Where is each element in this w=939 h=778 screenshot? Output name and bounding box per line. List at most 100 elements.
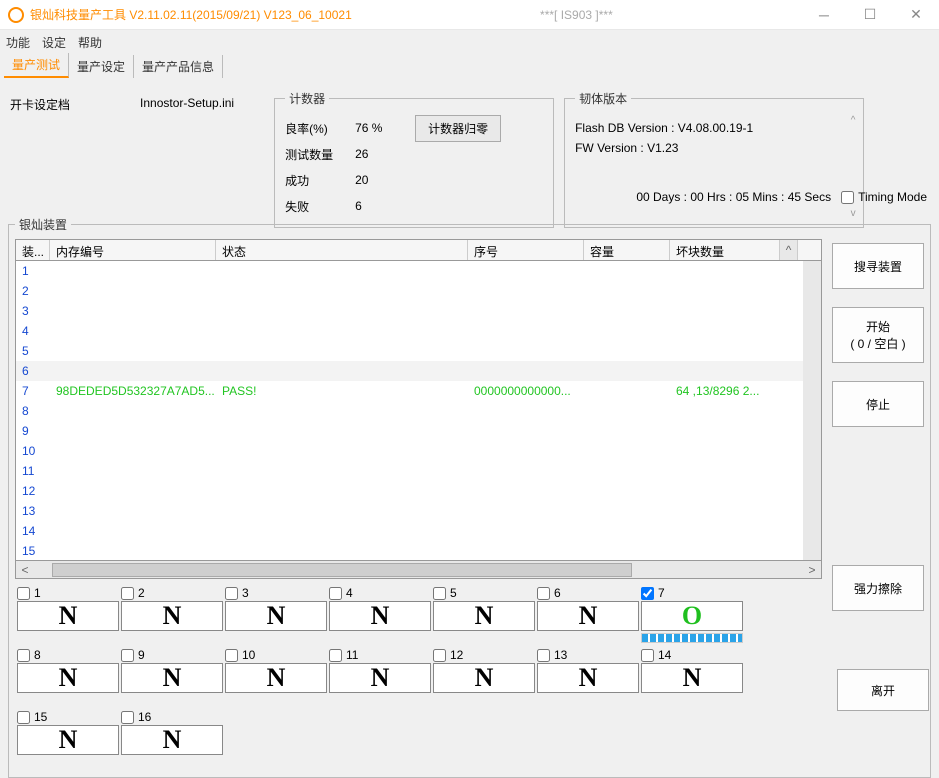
menu-settings[interactable]: 设定 [42, 34, 66, 51]
timing-mode-input[interactable] [841, 191, 854, 204]
menu-help[interactable]: 帮助 [78, 34, 102, 51]
table-header: 装... 内存编号 状态 序号 容量 坏块数量 ^ [15, 239, 822, 261]
slot-checkbox[interactable] [433, 649, 446, 662]
table-row[interactable]: 1 [16, 261, 821, 281]
slot-checkbox[interactable] [121, 587, 134, 600]
scroll-left-icon[interactable]: < [16, 563, 34, 577]
col-state[interactable]: 状态 [216, 240, 468, 260]
table-row[interactable]: 6 [16, 361, 821, 381]
slot-checkbox[interactable] [225, 587, 238, 600]
search-devices-button[interactable]: 搜寻装置 [832, 243, 924, 289]
slot-number: 10 [242, 648, 255, 662]
slot-number: 4 [346, 586, 353, 600]
row-number: 1 [16, 264, 50, 278]
table-row[interactable]: 10 [16, 441, 821, 461]
horizontal-scrollbar[interactable]: < > [15, 561, 822, 579]
row-number: 9 [16, 424, 50, 438]
table-row[interactable]: 4 [16, 321, 821, 341]
slot-checkbox[interactable] [641, 649, 654, 662]
scroll-right-icon[interactable]: > [803, 563, 821, 577]
slot-status-box: N [225, 601, 327, 631]
row-number: 8 [16, 404, 50, 418]
slot-status-box: N [641, 663, 743, 693]
card-setup-label: 开卡设定档 [10, 90, 70, 228]
table-row[interactable]: 14 [16, 521, 821, 541]
slot-checkbox[interactable] [225, 649, 238, 662]
slot-status-box: N [121, 725, 223, 755]
tested-label: 测试数量 [285, 146, 355, 163]
timing-mode-checkbox[interactable]: Timing Mode [841, 190, 927, 204]
minimize-button[interactable]: ─ [801, 0, 847, 30]
menu-func[interactable]: 功能 [6, 34, 30, 51]
pass-label: 成功 [285, 172, 355, 189]
scroll-up-icon[interactable]: ^ [780, 240, 798, 260]
slot: 10N [225, 647, 327, 705]
col-memory-id[interactable]: 内存编号 [50, 240, 216, 260]
slot-status-box: N [17, 601, 119, 631]
slot-checkbox[interactable] [329, 587, 342, 600]
tab-settings[interactable]: 量产设定 [69, 55, 134, 78]
table-row[interactable]: 8 [16, 401, 821, 421]
tab-info[interactable]: 量产产品信息 [134, 55, 223, 78]
counter-reset-button[interactable]: 计数器归零 [415, 115, 501, 142]
close-button[interactable]: ✕ [893, 0, 939, 30]
slot-checkbox[interactable] [641, 587, 654, 600]
menubar: 功能 设定 帮助 [0, 30, 939, 54]
slot-number: 9 [138, 648, 145, 662]
slot-status-box: N [433, 663, 535, 693]
leave-button[interactable]: 离开 [837, 669, 929, 711]
table-row[interactable]: 9 [16, 421, 821, 441]
slot-checkbox[interactable] [537, 587, 550, 600]
table-row[interactable]: 2 [16, 281, 821, 301]
slot-checkbox[interactable] [329, 649, 342, 662]
cell-badblock: 64 ,13/8296 2... [670, 384, 790, 398]
slot-status-box: N [121, 601, 223, 631]
slot-checkbox[interactable] [17, 711, 30, 724]
slot-number: 13 [554, 648, 567, 662]
slot: 1N [17, 585, 119, 643]
firmware-legend: 韧体版本 [575, 90, 631, 107]
table-row[interactable]: 13 [16, 501, 821, 521]
scroll-thumb[interactable] [52, 563, 632, 577]
row-number: 10 [16, 444, 50, 458]
col-capacity[interactable]: 容量 [584, 240, 670, 260]
vertical-scrollbar[interactable] [803, 261, 821, 560]
slot-status-box: N [329, 601, 431, 631]
col-device[interactable]: 装... [16, 240, 50, 260]
flashdb-version: Flash DB Version : V4.08.00.19-1 [575, 121, 853, 135]
app-icon [8, 7, 24, 23]
table-row[interactable]: 12 [16, 481, 821, 501]
tab-test[interactable]: 量产测试 [4, 53, 69, 78]
maximize-button[interactable]: ☐ [847, 0, 893, 30]
stop-button[interactable]: 停止 [832, 381, 924, 427]
table-body[interactable]: 123456798DEDED5D532327A7AD5...PASS!00000… [15, 261, 822, 561]
titlebar: 银灿科技量产工具 V2.11.02.11(2015/09/21) V123_06… [0, 0, 939, 30]
table-row[interactable]: 11 [16, 461, 821, 481]
yield-label: 良率(%) [285, 120, 355, 137]
table-row[interactable]: 15 [16, 541, 821, 561]
slot-checkbox[interactable] [537, 649, 550, 662]
counters-group: 计数器 良率(%) 76 % 计数器归零 测试数量 26 成功 20 失败 6 [274, 90, 554, 228]
slot-checkbox[interactable] [433, 587, 446, 600]
slot-number: 7 [658, 586, 665, 600]
table-row[interactable]: 5 [16, 341, 821, 361]
slot-number: 6 [554, 586, 561, 600]
slot-number: 3 [242, 586, 249, 600]
start-button[interactable]: 开始 ( 0 / 空白 ) [832, 307, 924, 363]
row-number: 13 [16, 504, 50, 518]
slot-number: 1 [34, 586, 41, 600]
table-row[interactable]: 798DEDED5D532327A7AD5...PASS!00000000000… [16, 381, 821, 401]
erase-button[interactable]: 强力擦除 [832, 565, 924, 611]
table-row[interactable]: 3 [16, 301, 821, 321]
slot-checkbox[interactable] [17, 587, 30, 600]
cell-serial: 0000000000000... [468, 384, 584, 398]
slot: 7O [641, 585, 743, 643]
row-number: 3 [16, 304, 50, 318]
slot-checkbox[interactable] [17, 649, 30, 662]
elapsed-time: 00 Days : 00 Hrs : 05 Mins : 45 Secs [636, 190, 831, 204]
slot-checkbox[interactable] [121, 649, 134, 662]
slot-checkbox[interactable] [121, 711, 134, 724]
col-badblock[interactable]: 坏块数量 [670, 240, 780, 260]
col-serial[interactable]: 序号 [468, 240, 584, 260]
slot: 9N [121, 647, 223, 705]
